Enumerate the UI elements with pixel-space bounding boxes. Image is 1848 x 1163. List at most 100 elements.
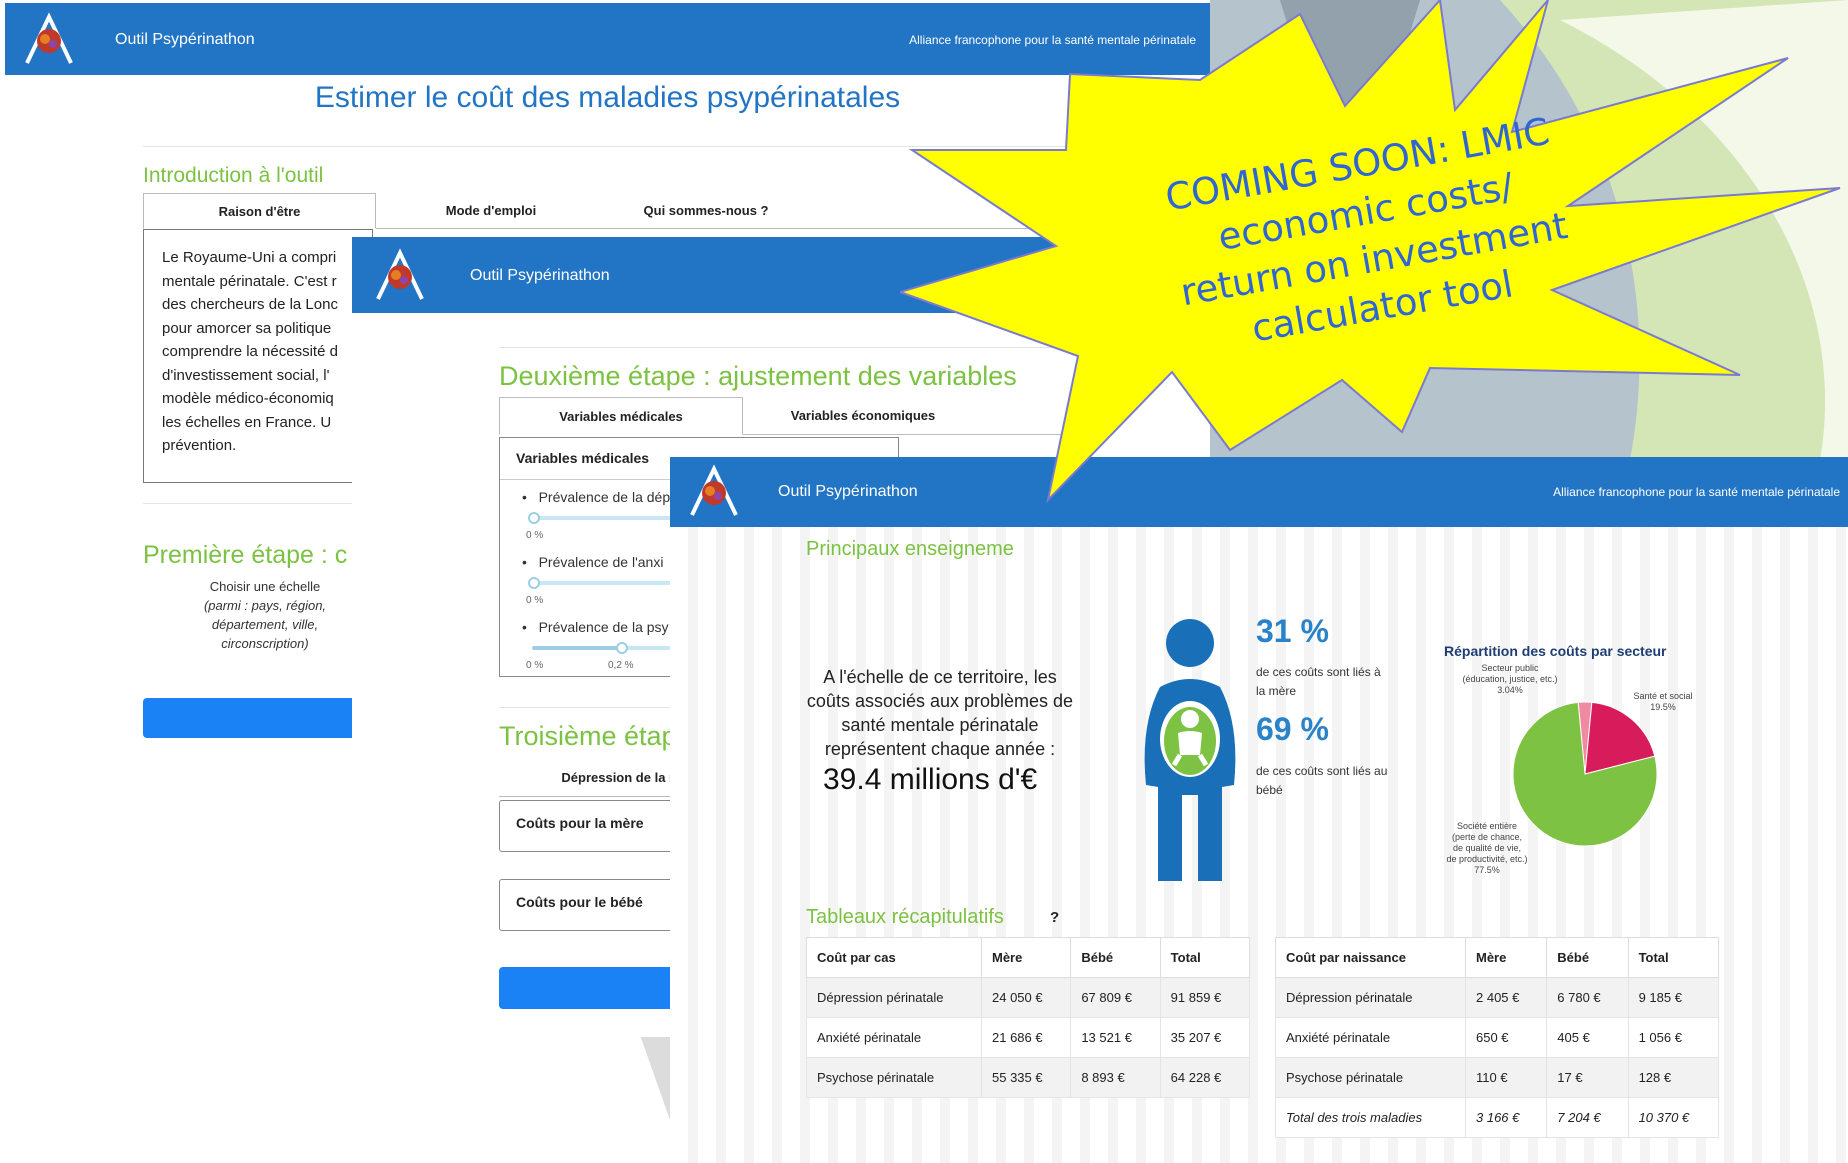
baby-percentage: 69 % [1256, 711, 1329, 747]
table-cell: 24 050 € [980, 977, 1072, 1018]
navbar-brand[interactable]: Outil Psypérinathon [778, 483, 918, 501]
table-cell: 13 521 € [1070, 1017, 1161, 1058]
tab-variables-medicales[interactable]: Variables médicales [499, 397, 743, 435]
intro-line: prévention. [162, 437, 237, 454]
table-row: Anxiété périnatale 650 € 405 € 1 056 € [1275, 1017, 1720, 1058]
depression-slider-handle[interactable] [528, 512, 540, 524]
tab-qui-sommes-nous[interactable]: Qui sommes-nous ? [606, 193, 806, 229]
slider-tick: 0 % [526, 660, 544, 671]
table-cell: 110 € [1464, 1057, 1548, 1098]
table-header: Coût par naissance [1275, 937, 1466, 978]
pie-label-text: de productivité, etc.) [1446, 854, 1528, 864]
variable-psychosis: • Prévalence de la psy [522, 619, 669, 635]
step1-heading: Première étape : c [143, 541, 348, 569]
cost-per-birth-table: Coût par naissance Mère Bébé Total Dépre… [1275, 937, 1720, 1138]
findings-line: coûts associés aux problèmes de [806, 691, 1074, 711]
mother-baby-icon [1144, 619, 1236, 881]
table-cell: Anxiété périnatale [806, 1017, 982, 1058]
pie-label-text: (perte de chance, [1451, 832, 1523, 842]
intro-line: d'investissement social, l' [162, 366, 330, 384]
cost-per-case-table: Coût par cas Mère Bébé Total Dépression … [806, 937, 1251, 1098]
intro-line: modèle médico-économiq [162, 390, 334, 407]
table-cell: 17 € [1546, 1057, 1629, 1098]
caption-line: de ces coûts sont liés à [1256, 665, 1381, 679]
pie-label-text: Société entière [1456, 821, 1518, 831]
pie-chart-title: Répartition des coûts par secteur [1444, 643, 1667, 659]
table-cell: 1 056 € [1627, 1017, 1720, 1058]
table-cell: 21 686 € [980, 1017, 1072, 1058]
slider-tick: 0 % [526, 595, 544, 606]
pie-label-text: Secteur public [1481, 663, 1539, 673]
findings-line: A l'échelle de ce territoire, les [823, 667, 1057, 687]
variable-anxiety: • Prévalence de l'anxi [522, 554, 664, 570]
table-header: Total [1159, 937, 1251, 978]
navbar-brand[interactable]: Outil Psypérinathon [115, 31, 255, 49]
table-cell: Dépression périnatale [1275, 977, 1466, 1018]
table-cell: Psychose périnatale [1275, 1057, 1466, 1098]
psyperinathon-logo [376, 248, 424, 300]
table-cell: 6 780 € [1546, 977, 1629, 1018]
tab-raison-detre[interactable]: Raison d'être [143, 193, 376, 229]
pie-label-text: 19.5% [1650, 702, 1676, 712]
table-cell: 2 405 € [1464, 977, 1548, 1018]
table-row: Psychose périnatale 110 € 17 € 128 € [1275, 1057, 1720, 1098]
anxiety-slider-handle[interactable] [528, 577, 540, 589]
table-cell: 128 € [1627, 1057, 1720, 1098]
findings-line: représentent chaque année : [824, 739, 1056, 759]
table-cell: 35 207 € [1159, 1017, 1251, 1058]
variable-label: Prévalence de la psy [538, 619, 669, 635]
pie-label-text: 77.5% [1474, 865, 1500, 875]
scale-choice-label: Choisir une échelle [209, 579, 321, 594]
slider-tick: 0 % [526, 530, 544, 541]
intro-line: Le Royaume-Uni a compri [162, 249, 337, 266]
variable-label: Prévalence de la dép [538, 489, 671, 505]
caption-line: bébé [1256, 783, 1283, 797]
caption-line: la mère [1256, 684, 1297, 698]
intro-line: les échelles en France. U [162, 413, 332, 431]
help-icon[interactable]: ? [1050, 909, 1059, 926]
total-amount: 39.4 millions d'€ [823, 763, 1038, 796]
table-row: Psychose périnatale 55 335 € 8 893 € 64 … [806, 1057, 1251, 1098]
mother-caption: de ces coûts sont liés à la mère [1256, 663, 1381, 701]
table-cell: Psychose périnatale [806, 1057, 982, 1098]
psyperinathon-logo [25, 12, 73, 64]
table-header: Mère [980, 937, 1072, 978]
table-header: Bébé [1070, 937, 1161, 978]
table-cell: 8 893 € [1070, 1057, 1161, 1098]
intro-text-box: Le Royaume-Uni a compri mentale périnata… [143, 229, 373, 483]
variable-depression: • Prévalence de la dép [522, 489, 671, 505]
table-header: Coût par cas [806, 937, 982, 978]
scale-choice-hint: circonscription) [221, 636, 309, 651]
table-cell: 55 335 € [980, 1057, 1072, 1098]
table-header-row: Coût par cas Mère Bébé Total [806, 937, 1251, 978]
table-cell: 650 € [1464, 1017, 1548, 1058]
scale-choice-hint: (parmi : pays, région, [203, 598, 327, 613]
pie-label-public: Secteur public (éducation, justice, etc.… [1445, 663, 1575, 696]
tab-mode-demploi[interactable]: Mode d'emploi [376, 193, 606, 229]
table-cell: 64 228 € [1159, 1057, 1251, 1098]
findings-line: santé mentale périnatale [841, 715, 1039, 735]
psyperinathon-logo [690, 464, 738, 516]
table-cell: 3 166 € [1464, 1097, 1548, 1138]
navbar-brand[interactable]: Outil Psypérinathon [470, 267, 610, 285]
intro-line: mentale périnatale. C'est r [162, 272, 337, 290]
pie-label-text: de qualité de vie, [1452, 843, 1522, 853]
scale-choice-text: Choisir une échelle (parmi : pays, régio… [175, 577, 355, 653]
table-cell: Dépression périnatale [806, 977, 982, 1018]
psychosis-slider-handle[interactable] [616, 642, 628, 654]
table-cell: Anxiété périnatale [1275, 1017, 1466, 1058]
intro-line: des chercheurs de la Lonc [162, 296, 338, 313]
table-cell: 9 185 € [1627, 977, 1720, 1018]
pie-label-text: 3.04% [1497, 685, 1523, 695]
table-cell: 7 204 € [1546, 1097, 1629, 1138]
table-row: Dépression périnatale 2 405 € 6 780 € 9 … [1275, 977, 1720, 1018]
intro-heading: Introduction à l'outil [143, 164, 324, 187]
table-cell: 405 € [1546, 1017, 1629, 1058]
step1-submit-button[interactable] [143, 698, 373, 738]
intro-line: pour amorcer sa politique [162, 319, 332, 337]
table-row: Anxiété périnatale 21 686 € 13 521 € 35 … [806, 1017, 1251, 1058]
variable-label: Prévalence de l'anxi [538, 554, 664, 570]
table-total-row: Total des trois maladies 3 166 € 7 204 €… [1275, 1097, 1720, 1138]
intro-line: comprendre la nécessité d [162, 343, 338, 360]
recap-heading: Tableaux récapitulatifs [806, 906, 1004, 928]
